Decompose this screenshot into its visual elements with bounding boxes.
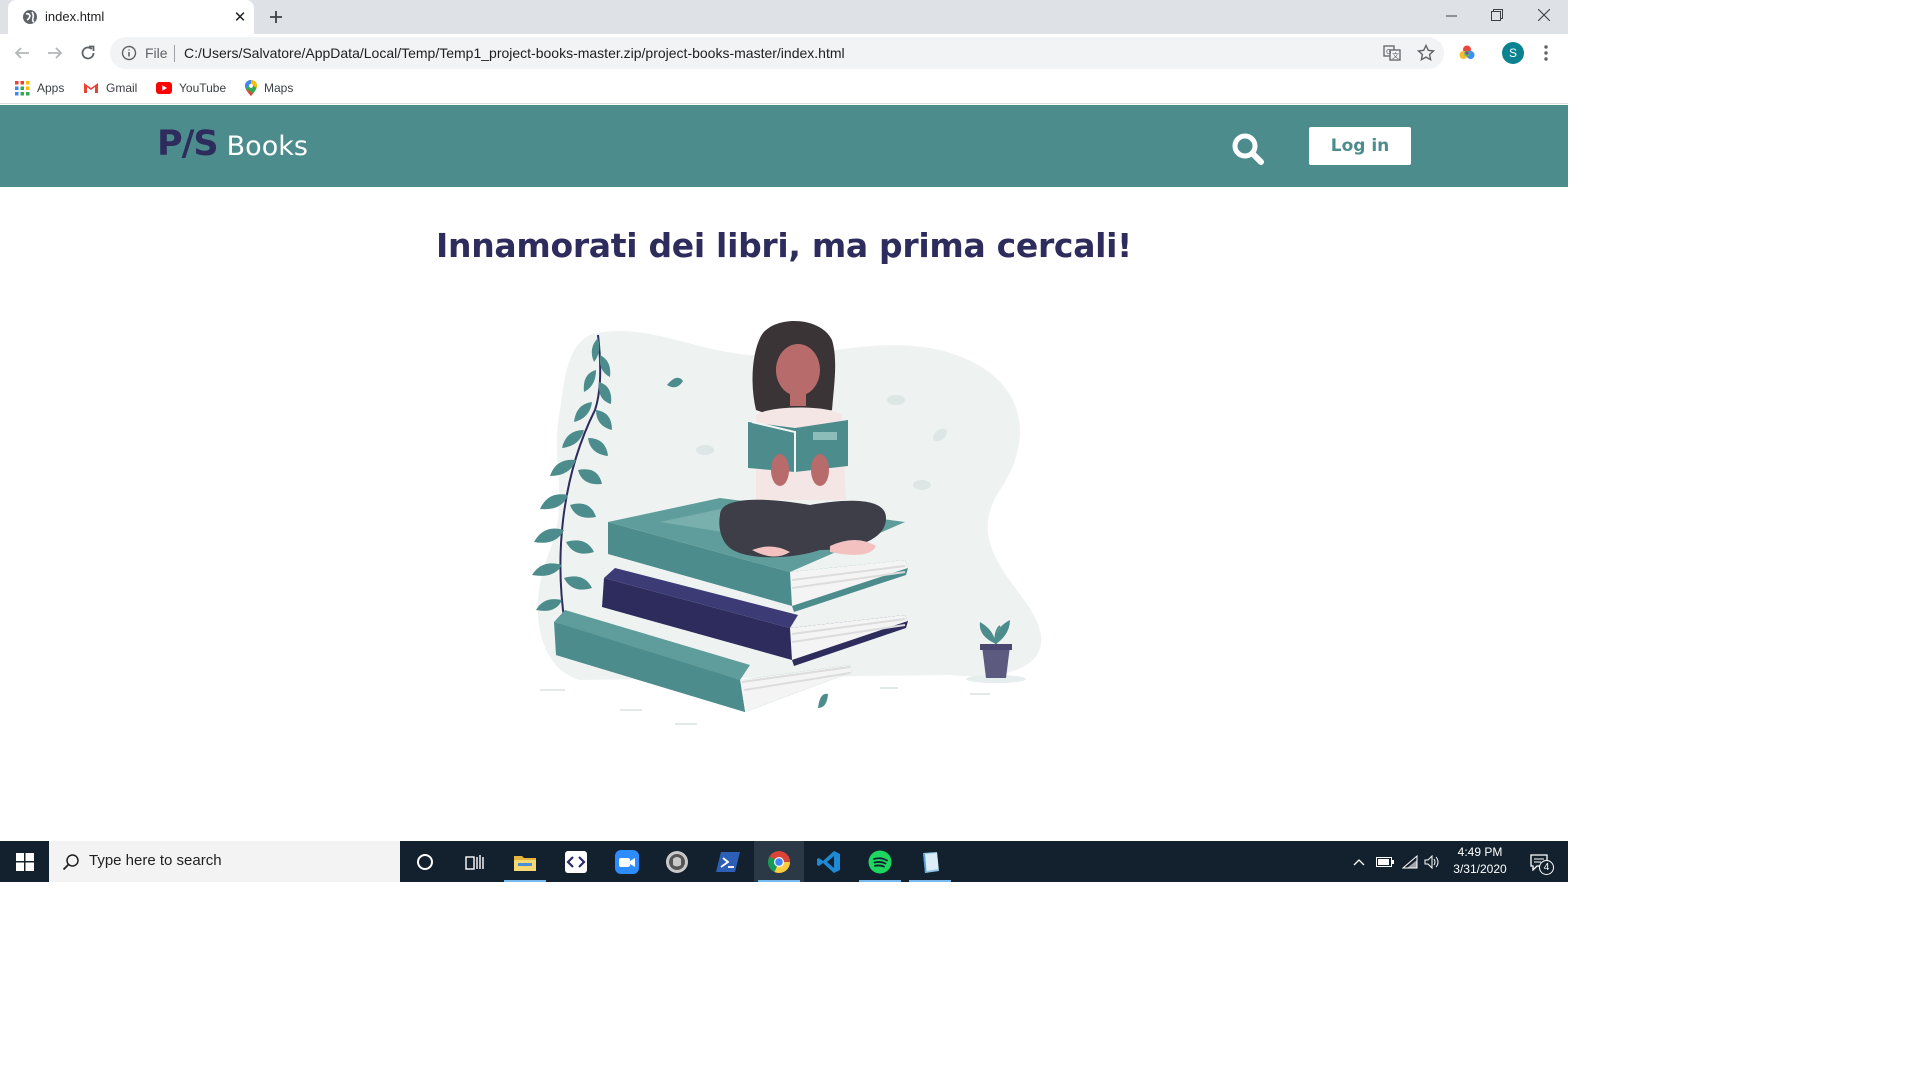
apps-grid-icon: [15, 80, 30, 95]
action-center-button[interactable]: 4: [1520, 841, 1560, 882]
logo-text: Books: [226, 131, 308, 162]
browser-toolbar: File C:/Users/Salvatore/AppData/Local/Te…: [0, 34, 1568, 72]
leaf-icon: [818, 693, 828, 708]
bookmark-gmail[interactable]: Gmail: [83, 78, 137, 98]
arrow-left-icon: [14, 47, 29, 59]
maps-pin-icon: [245, 80, 257, 96]
login-button[interactable]: Log in: [1309, 127, 1411, 165]
taskbar-search-box[interactable]: Type here to search: [49, 841, 400, 882]
vscode-icon[interactable]: [804, 841, 854, 882]
gmail-icon: [84, 83, 98, 93]
bookmark-star-icon[interactable]: [1416, 43, 1436, 63]
bookmark-label: Gmail: [106, 81, 138, 95]
translate-icon[interactable]: G文: [1382, 43, 1402, 63]
address-bar[interactable]: File C:/Users/Salvatore/AppData/Local/Te…: [110, 37, 1444, 69]
tab-strip: index.html ✕: [0, 0, 1568, 34]
svg-text:文: 文: [1392, 51, 1399, 60]
profile-avatar[interactable]: S: [1502, 42, 1524, 64]
github-desktop-icon[interactable]: [652, 841, 702, 882]
globe-icon: [23, 10, 37, 24]
volume-icon[interactable]: [1422, 841, 1442, 882]
restore-button[interactable]: [1474, 0, 1520, 30]
reading-woman-illustration: [532, 320, 1042, 725]
bookmark-label: Maps: [264, 81, 294, 95]
close-window-button[interactable]: [1521, 0, 1567, 30]
minimize-button[interactable]: [1428, 0, 1474, 30]
color-extension-icon[interactable]: [1457, 43, 1477, 63]
start-button[interactable]: [0, 841, 49, 882]
bookmark-label: YouTube: [179, 81, 227, 95]
page-headline: Innamorati dei libri, ma prima cercali!: [436, 226, 1132, 265]
windows-taskbar: Type here to search 4:49 PM 3/31/2020 4: [0, 841, 1568, 882]
omnibox-divider: [174, 45, 175, 62]
site-logo[interactable]: P/S Books: [157, 124, 308, 164]
reload-icon: [81, 45, 95, 60]
bookmark-youtube[interactable]: YouTube: [156, 78, 226, 98]
menu-kebab-icon[interactable]: [1536, 43, 1556, 63]
search-placeholder: Type here to search: [89, 852, 222, 869]
bookmark-label: Apps: [37, 81, 65, 95]
arrow-right-icon: [48, 47, 63, 59]
new-tab-button[interactable]: [264, 5, 288, 29]
notes-app-icon[interactable]: [905, 841, 955, 882]
info-icon[interactable]: [121, 45, 137, 61]
spotify-icon[interactable]: [855, 841, 905, 882]
zoom-icon[interactable]: [602, 841, 652, 882]
windows-logo-icon: [15, 852, 34, 871]
logo-mark: P/S: [157, 124, 219, 164]
svg-text:G: G: [1386, 48, 1391, 56]
powershell-icon[interactable]: [703, 841, 753, 882]
search-icon: [1232, 133, 1264, 165]
system-clock[interactable]: 4:49 PM 3/31/2020: [1442, 844, 1518, 878]
clock-date: 3/31/2020: [1453, 862, 1507, 876]
tab-title: index.html: [45, 9, 105, 24]
bookmarks-bar: Apps Gmail YouTube Maps: [0, 72, 1568, 104]
reload-button[interactable]: [76, 41, 100, 65]
wifi-icon[interactable]: [1399, 841, 1421, 882]
tray-overflow-chevron-icon[interactable]: [1349, 841, 1369, 882]
file-explorer-icon[interactable]: [500, 841, 550, 882]
search-icon: [62, 854, 79, 871]
clock-time: 4:49 PM: [1457, 845, 1503, 859]
browser-tab[interactable]: index.html ✕: [8, 0, 254, 34]
search-button[interactable]: [1230, 131, 1266, 167]
plus-icon: [270, 11, 282, 23]
task-view-icon[interactable]: [450, 841, 500, 882]
close-icon: [1538, 9, 1550, 21]
chrome-icon[interactable]: [754, 841, 804, 882]
close-tab-icon[interactable]: ✕: [230, 7, 250, 27]
notification-count-badge: 4: [1539, 860, 1554, 875]
code-editor-icon[interactable]: [551, 841, 601, 882]
restore-icon: [1491, 9, 1503, 21]
cortana-icon[interactable]: [400, 841, 450, 882]
back-button[interactable]: [10, 41, 34, 65]
forward-button[interactable]: [43, 41, 67, 65]
bookmark-apps[interactable]: Apps: [15, 78, 64, 98]
bookmark-maps[interactable]: Maps: [245, 78, 293, 98]
battery-icon[interactable]: [1374, 841, 1396, 882]
scheme-label: File: [145, 45, 168, 61]
minimize-icon: [1445, 15, 1457, 16]
url-text[interactable]: C:/Users/Salvatore/AppData/Local/Temp/Te…: [184, 45, 845, 61]
youtube-icon: [156, 82, 172, 94]
